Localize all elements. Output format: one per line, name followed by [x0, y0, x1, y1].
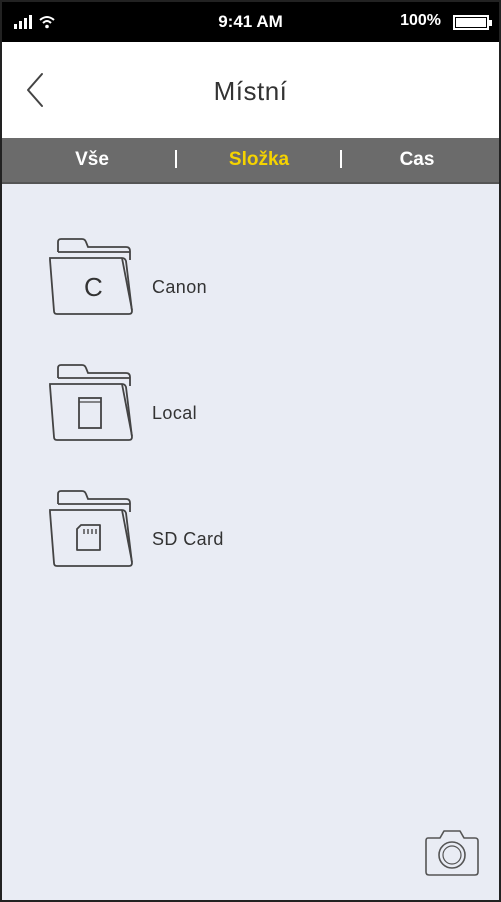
tab-time[interactable]: Cas [382, 138, 452, 182]
folder-sdcard-icon [49, 490, 133, 567]
folder-item-local[interactable]: Local [46, 364, 466, 460]
app-screen: 9:41 AM 100% Místní Vše Složka Cas C Can… [0, 0, 501, 902]
battery-percentage: 100% [400, 12, 441, 29]
battery-icon [453, 15, 492, 30]
camera-button[interactable] [422, 824, 482, 880]
folder-canon-icon: C [49, 238, 133, 315]
folder-glyph: C [84, 272, 103, 302]
navigation-bar: Místní [2, 42, 499, 138]
folder-item-canon[interactable]: C Canon [46, 238, 466, 334]
folder-label: SD Card [152, 529, 224, 549]
tab-divider [340, 150, 342, 168]
tab-all[interactable]: Vše [57, 138, 127, 182]
folder-label: Canon [152, 277, 208, 297]
camera-icon [425, 830, 479, 876]
tab-divider [175, 150, 177, 168]
folder-item-sdcard[interactable]: SD Card [46, 490, 466, 586]
tab-bar: Vše Složka Cas [2, 138, 499, 184]
folder-label: Local [152, 403, 198, 423]
status-bar: 9:41 AM 100% [2, 2, 499, 42]
folder-local-icon [49, 364, 133, 441]
page-title: Místní [213, 76, 288, 106]
tab-folder[interactable]: Složka [219, 138, 299, 182]
